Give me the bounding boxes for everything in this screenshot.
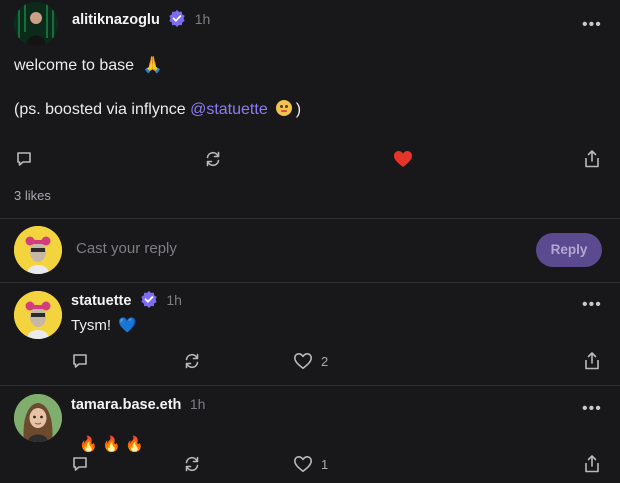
reply-author-avatar[interactable] [14,394,62,442]
post-author-avatar[interactable] [14,2,58,46]
post-time: 1h [194,11,211,27]
post-text-prefix: (ps. boosted via inflynce [14,101,191,118]
reply-text: Tysm! [71,317,111,334]
mention-link[interactable]: @statuette [190,101,268,118]
share-icon[interactable] [583,351,601,371]
recast-icon[interactable] [204,150,222,168]
praying-hands-emoji: 🙏 [142,57,163,74]
verified-badge-icon [169,10,185,28]
comment-icon[interactable] [15,150,33,168]
post-text-suffix: ) [295,101,302,118]
post-body-line1: welcome to base 🙏 [14,55,162,75]
heart-liked-icon[interactable] [393,150,413,168]
share-icon[interactable] [583,454,601,474]
comment-icon[interactable] [71,352,89,370]
post-text: welcome to base [14,57,135,74]
mention-avatar-icon [275,100,292,116]
fire-emojis: 🔥 🔥 🔥 [79,436,144,453]
reply-author-name[interactable]: statuette [71,293,131,309]
reply-author-name[interactable]: tamara.base.eth [71,397,181,413]
verified-badge-icon [141,291,157,309]
heart-icon[interactable] [293,455,313,473]
post-body-line2: (ps. boosted via inflynce @statuette) [14,100,301,119]
post-author-name[interactable]: alitiknazoglu [72,12,160,28]
composer-avatar [14,226,62,274]
reply-input[interactable]: Cast your reply [76,240,177,257]
reply-author-avatar[interactable] [14,291,62,339]
comment-icon[interactable] [71,455,89,473]
heart-icon[interactable] [293,352,313,370]
likes-text: 3 likes [14,188,51,203]
divider [0,385,620,386]
likes-count[interactable]: 3 likes [14,188,51,203]
recast-icon[interactable] [183,455,201,473]
share-icon[interactable] [583,149,601,169]
reply-like-count: 2 [321,354,329,369]
blue-heart-emoji: 💙 [118,317,137,334]
reply-button[interactable]: Reply [536,233,602,267]
reply-more-icon[interactable]: ••• [582,297,602,313]
reply-more-icon[interactable]: ••• [582,401,602,417]
recast-icon[interactable] [183,352,201,370]
reply-like-count: 1 [321,457,329,472]
divider [0,282,620,283]
post-more-icon[interactable]: ••• [582,17,602,33]
reply-time: 1h [189,396,206,412]
reply-time: 1h [166,292,182,308]
divider [0,218,620,219]
